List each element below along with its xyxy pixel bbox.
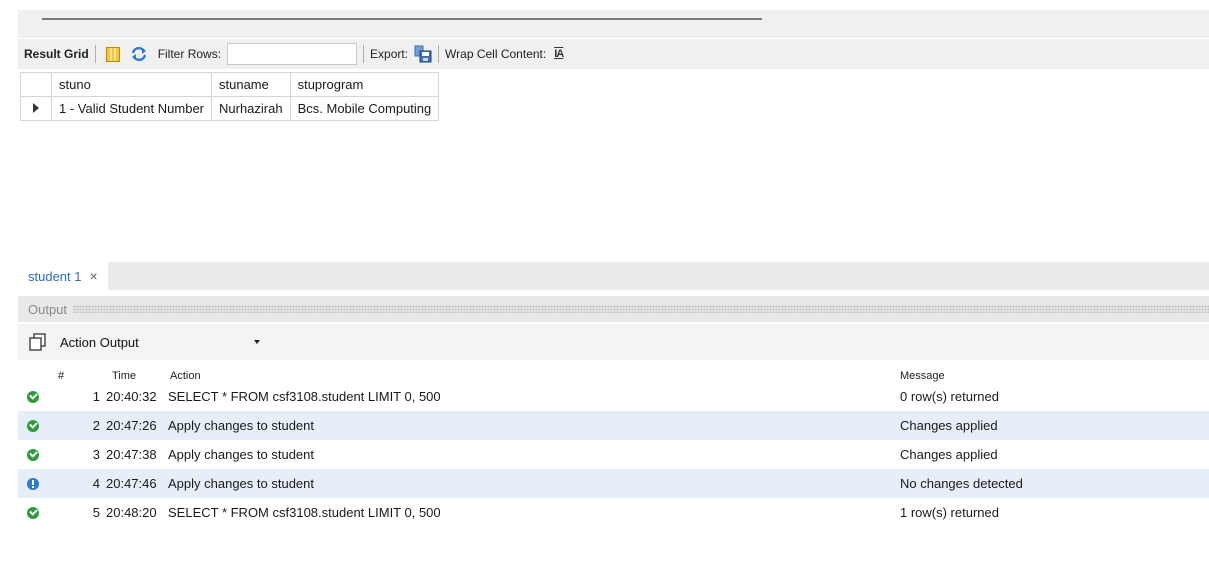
result-tab-strip: student 1 × [18, 262, 1209, 290]
log-action: SELECT * FROM csf3108.student LIMIT 0, 5… [168, 389, 441, 404]
log-time: 20:48:20 [106, 505, 157, 520]
log-num: 2 [92, 418, 100, 433]
info-circle-icon [27, 477, 39, 490]
toolbar-separator [363, 45, 365, 63]
output-title: Output [28, 301, 68, 317]
wrap-cell-label: Wrap Cell Content: [445, 47, 547, 61]
column-header-message[interactable]: Message [900, 370, 1209, 382]
result-grid-table: stuno stuname stuprogram 1 - Valid Stude… [20, 72, 440, 121]
result-grid-label[interactable]: Result Grid [24, 47, 89, 61]
horizontal-scroll-area [18, 10, 1209, 38]
log-message: 0 row(s) returned [900, 389, 999, 404]
log-action: Apply changes to student [168, 418, 314, 433]
toolbar-separator [94, 45, 96, 63]
log-num: 5 [92, 505, 100, 520]
log-action: Apply changes to student [168, 447, 314, 462]
log-message: Changes applied [900, 447, 998, 462]
log-row[interactable]: 5 20:48:20 SELECT * FROM csf3108.student… [18, 498, 1209, 527]
check-circle-icon [27, 419, 39, 432]
log-row[interactable]: 2 20:47:26 Apply changes to student Chan… [18, 411, 1209, 440]
grid-view-icon[interactable] [105, 46, 120, 62]
column-header-stuno[interactable]: stuno [51, 72, 212, 97]
column-header-time[interactable]: Time [100, 370, 166, 382]
cell-stuname[interactable]: Nurhazirah [211, 96, 291, 121]
log-action: Apply changes to student [168, 476, 314, 491]
log-row[interactable]: 1 20:40:32 SELECT * FROM csf3108.student… [18, 382, 1209, 411]
horizontal-scrollbar[interactable] [42, 18, 762, 20]
log-time: 20:40:32 [106, 389, 157, 404]
row-pointer-icon [33, 103, 39, 113]
column-header-stuprogram[interactable]: stuprogram [289, 72, 440, 97]
panel-resize-grip[interactable] [73, 305, 1209, 313]
export-save-icon[interactable] [414, 45, 432, 63]
action-output-log: # Time Action Message 1 20:40:32 SELECT … [18, 362, 1209, 527]
log-header-row: # Time Action Message [18, 362, 1209, 382]
toolbar-separator [438, 45, 440, 63]
check-circle-icon [27, 506, 39, 519]
output-panel-header: Output [18, 296, 1209, 322]
tab-student-1[interactable]: student 1 × [18, 262, 108, 290]
column-header-stuname[interactable]: stuname [211, 72, 291, 97]
column-header-num[interactable]: # [48, 370, 100, 382]
wrap-cell-icon[interactable]: IA [554, 48, 564, 60]
close-icon[interactable]: × [90, 268, 98, 284]
log-message: Changes applied [900, 418, 998, 433]
refresh-icon[interactable] [130, 46, 148, 62]
output-type-selected: Action Output [60, 334, 139, 350]
left-margin [0, 0, 18, 583]
editor-bottom-strip [0, 0, 1209, 38]
row-marker-header [20, 72, 52, 97]
filter-rows-input[interactable] [227, 43, 358, 65]
row-marker[interactable] [20, 96, 52, 121]
result-grid-toolbar: Result Grid Filter Rows: Export: Wrap Ce… [18, 39, 1209, 69]
column-header-action[interactable]: Action [166, 370, 900, 382]
output-type-dropdown[interactable]: Action Output [60, 329, 260, 355]
filter-rows-label: Filter Rows: [157, 47, 222, 61]
log-time: 20:47:38 [106, 447, 157, 462]
chevron-down-icon [254, 340, 260, 344]
export-label: Export: [370, 47, 409, 61]
result-grid-header-row: stuno stuname stuprogram [20, 72, 440, 97]
log-message: No changes detected [900, 476, 1023, 491]
log-time: 20:47:46 [106, 476, 157, 491]
cell-stuprogram[interactable]: Bcs. Mobile Computing [289, 96, 440, 121]
log-message: 1 row(s) returned [900, 505, 999, 520]
copy-icon[interactable] [28, 332, 48, 352]
check-circle-icon [27, 448, 39, 461]
tab-label: student 1 [28, 268, 82, 284]
cell-stuno[interactable]: 1 - Valid Student Number [51, 96, 212, 121]
log-action: SELECT * FROM csf3108.student LIMIT 0, 5… [168, 505, 441, 520]
log-num: 1 [92, 389, 100, 404]
table-row[interactable]: 1 - Valid Student Number Nurhazirah Bcs.… [20, 96, 440, 121]
log-row[interactable]: 3 20:47:38 Apply changes to student Chan… [18, 440, 1209, 469]
log-time: 20:47:26 [106, 418, 157, 433]
log-num: 4 [92, 476, 100, 491]
log-row[interactable]: 4 20:47:46 Apply changes to student No c… [18, 469, 1209, 498]
log-num: 3 [92, 447, 100, 462]
output-selector-bar: Action Output [18, 324, 1209, 360]
check-circle-icon [27, 390, 39, 403]
